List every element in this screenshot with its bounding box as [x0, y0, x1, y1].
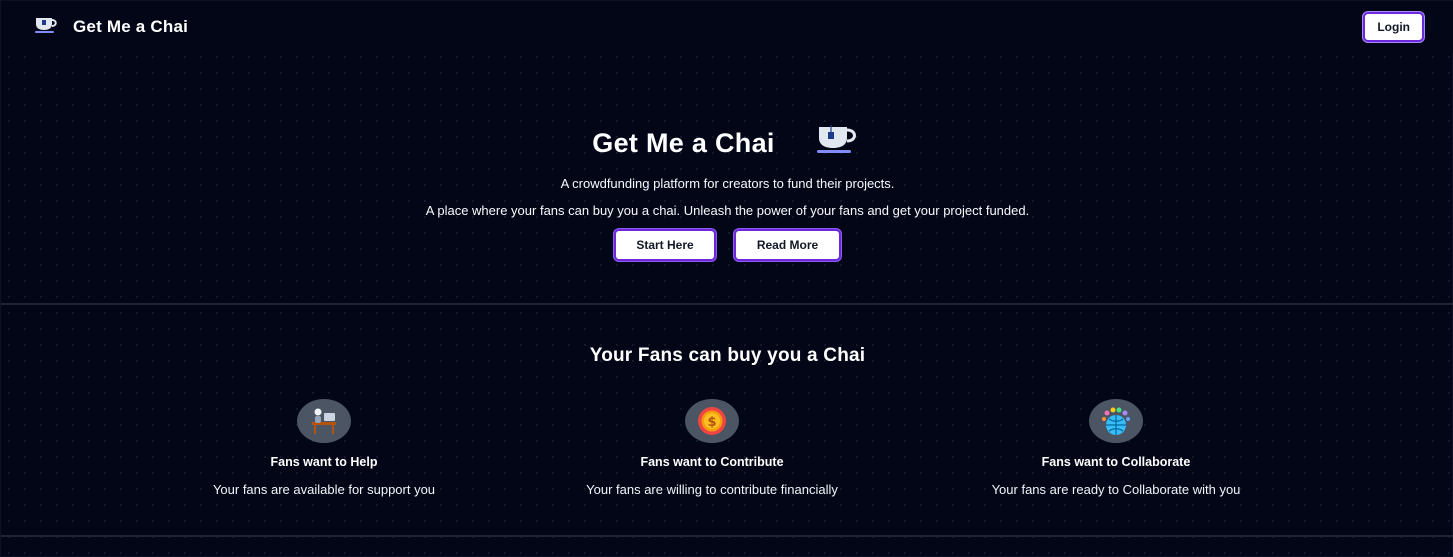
- hero-subtitle: A crowdfunding platform for creators to …: [560, 176, 895, 191]
- navbar: Get Me a Chai Login: [1, 1, 1453, 53]
- page: Get Me a Chai Login Get Me a Chai A crow…: [0, 0, 1453, 557]
- feature-title: Fans want to Contribute: [640, 455, 784, 469]
- feature-title: Fans want to Help: [270, 455, 378, 469]
- hero-title-row: Get Me a Chai: [592, 125, 862, 160]
- login-button[interactable]: Login: [1363, 12, 1424, 42]
- feature-description: Your fans are ready to Collaborate with …: [991, 482, 1241, 497]
- feature-help: Fans want to Help Your fans are availabl…: [134, 399, 514, 497]
- feature-description: Your fans are willing to contribute fina…: [586, 482, 838, 497]
- person-at-desk-icon: [297, 399, 351, 443]
- section-divider: [1, 535, 1453, 537]
- tea-cup-icon: [33, 15, 59, 40]
- features-heading: Your Fans can buy you a Chai: [589, 345, 866, 366]
- feature-collaborate: Fans want to Collaborate Your fans are r…: [926, 399, 1306, 497]
- globe-people-icon: [1089, 399, 1143, 443]
- read-more-button[interactable]: Read More: [734, 229, 841, 261]
- tea-cup-icon: [815, 123, 863, 160]
- feature-description: Your fans are available for support you: [212, 482, 436, 497]
- brand-logo-link[interactable]: Get Me a Chai: [33, 15, 188, 40]
- hero-title: Get Me a Chai: [592, 128, 775, 158]
- feature-contribute: $ Fans want to Contribute Your fans are …: [522, 399, 902, 497]
- start-here-button[interactable]: Start Here: [614, 229, 716, 261]
- gold-coin-icon: $: [685, 399, 739, 443]
- section-divider: [1, 303, 1453, 305]
- hero-section: Get Me a Chai A crowdfunding platform fo…: [1, 53, 1453, 303]
- hero-description: A place where your fans can buy you a ch…: [425, 203, 1030, 218]
- feature-title: Fans want to Collaborate: [1041, 455, 1191, 469]
- svg-text:$: $: [707, 415, 716, 430]
- hero-button-row: Start Here Read More: [614, 229, 841, 261]
- brand-name: Get Me a Chai: [73, 17, 189, 36]
